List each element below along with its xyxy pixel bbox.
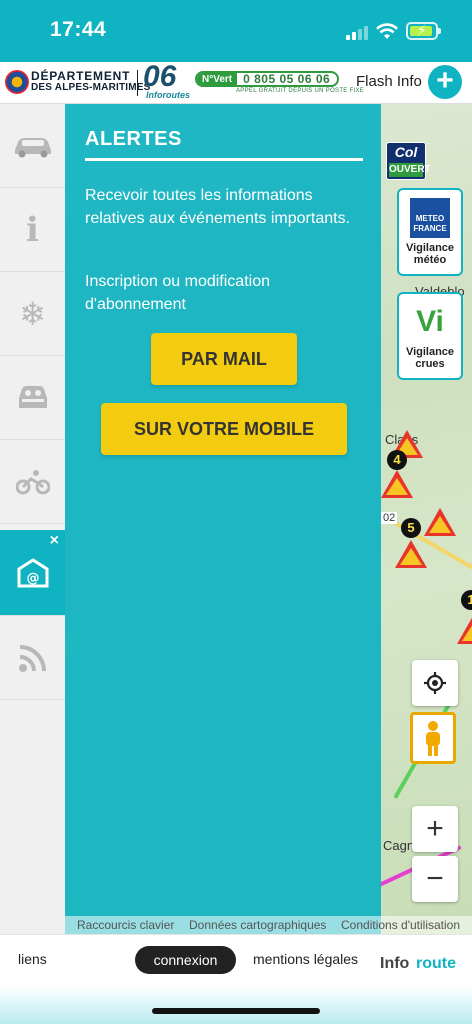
- header-divider: [137, 70, 138, 96]
- incident-count-badge[interactable]: 5: [401, 518, 421, 538]
- vigilance-crues-button[interactable]: Vi Vigilance crues: [397, 292, 463, 380]
- street-view-button[interactable]: [410, 712, 456, 764]
- numero-vert-subtext: APPEL GRATUIT DEPUIS UN POSTE FIXE: [236, 88, 365, 94]
- svg-text:@: @: [26, 571, 39, 586]
- left-sidebar: i ❄ × @: [0, 104, 65, 934]
- battery-icon: ⚡: [406, 22, 441, 40]
- warning-marker-icon[interactable]: [424, 508, 456, 536]
- sidebar-item-traffic[interactable]: [0, 104, 65, 188]
- locate-me-button[interactable]: [412, 660, 458, 706]
- terms-of-use-link[interactable]: Conditions d'utilisation: [341, 918, 460, 932]
- map-route-label: 02: [381, 512, 398, 524]
- connexion-button[interactable]: connexion: [135, 946, 236, 974]
- inforoute-logo: Info route: [380, 955, 456, 972]
- alerts-description: Recevoir toutes les informations relativ…: [85, 187, 351, 227]
- footer-links[interactable]: liens: [18, 951, 47, 967]
- incident-count-badge[interactable]: 1: [461, 590, 472, 610]
- footer: liens connexion mentions légales Info ro…: [0, 934, 472, 986]
- roadworks-marker-icon[interactable]: [381, 470, 413, 498]
- email-alert-icon: @: [17, 557, 48, 587]
- car-icon: [14, 137, 51, 157]
- home-indicator-area: [0, 986, 472, 1024]
- roadworks-marker-icon[interactable]: [457, 616, 472, 644]
- wifi-icon: [376, 23, 398, 39]
- incident-count-badge[interactable]: 4: [387, 450, 407, 470]
- bike-icon: [15, 469, 50, 494]
- keyboard-shortcuts-link[interactable]: Raccourcis clavier: [77, 918, 174, 932]
- app-header: DÉPARTEMENT DES ALPES-MARITIMES 06 Infor…: [0, 60, 472, 104]
- sidebar-item-alerts[interactable]: × @: [0, 530, 65, 616]
- rss-icon: [18, 644, 46, 672]
- locate-icon: [424, 672, 446, 694]
- sidebar-item-snow[interactable]: ❄: [0, 272, 65, 356]
- department-logo-icon: [5, 70, 29, 94]
- numero-vert-number: 0 805 05 06 06: [243, 72, 331, 86]
- info-icon: i: [26, 209, 39, 250]
- numero-vert-badge: N°Vert: [197, 73, 238, 85]
- sidebar-item-bike[interactable]: [0, 440, 65, 524]
- flash-info-link[interactable]: Flash Info: [356, 73, 422, 90]
- pegman-icon: [426, 721, 440, 756]
- map-data-link[interactable]: Données cartographiques: [189, 918, 326, 932]
- meteo-france-logo-icon: METEO FRANCE: [410, 198, 450, 238]
- subscribe-mobile-button[interactable]: SUR VOTRE MOBILE: [101, 403, 347, 455]
- legal-mentions-link[interactable]: mentions légales: [253, 951, 358, 967]
- col-status-badge[interactable]: Col OUVERT: [386, 142, 431, 180]
- department-name: DÉPARTEMENT DES ALPES-MARITIMES: [31, 69, 151, 93]
- panel-title: ALERTES: [85, 128, 182, 150]
- snowflake-icon: ❄: [19, 295, 46, 332]
- roadworks-marker-icon[interactable]: [395, 540, 427, 568]
- carpool-icon: [18, 385, 47, 408]
- sidebar-item-info[interactable]: i: [0, 188, 65, 272]
- subscribe-mail-button[interactable]: PAR MAIL: [151, 333, 297, 385]
- inforoutes-logo-text: Inforoutes: [146, 90, 190, 100]
- vigicrues-logo-icon: Vi: [416, 305, 444, 338]
- map-attribution: Raccourcis clavier Données cartographiqu…: [65, 916, 472, 934]
- subscription-description: Inscription ou modification d'abonnement: [85, 273, 270, 313]
- close-icon[interactable]: ×: [50, 532, 59, 550]
- inforoutes-logo: 06: [143, 60, 177, 93]
- home-indicator[interactable]: [152, 1008, 320, 1014]
- clock: 17:44: [50, 18, 107, 41]
- sidebar-item-carpool[interactable]: [0, 356, 65, 440]
- zoom-in-button[interactable]: +: [412, 806, 458, 852]
- signal-icon: [346, 24, 368, 40]
- status-bar: 17:44 ⚡: [0, 0, 472, 62]
- vigilance-meteo-button[interactable]: METEO FRANCE Vigilance météo: [397, 188, 463, 276]
- zoom-out-button[interactable]: −: [412, 856, 458, 902]
- flash-info-add-button[interactable]: +: [428, 65, 462, 99]
- numero-vert[interactable]: N°Vert 0 805 05 06 06: [195, 71, 339, 87]
- alerts-panel: ALERTES Recevoir toutes les informations…: [65, 104, 381, 934]
- sidebar-item-rss[interactable]: [0, 616, 65, 700]
- panel-title-underline: [85, 158, 363, 161]
